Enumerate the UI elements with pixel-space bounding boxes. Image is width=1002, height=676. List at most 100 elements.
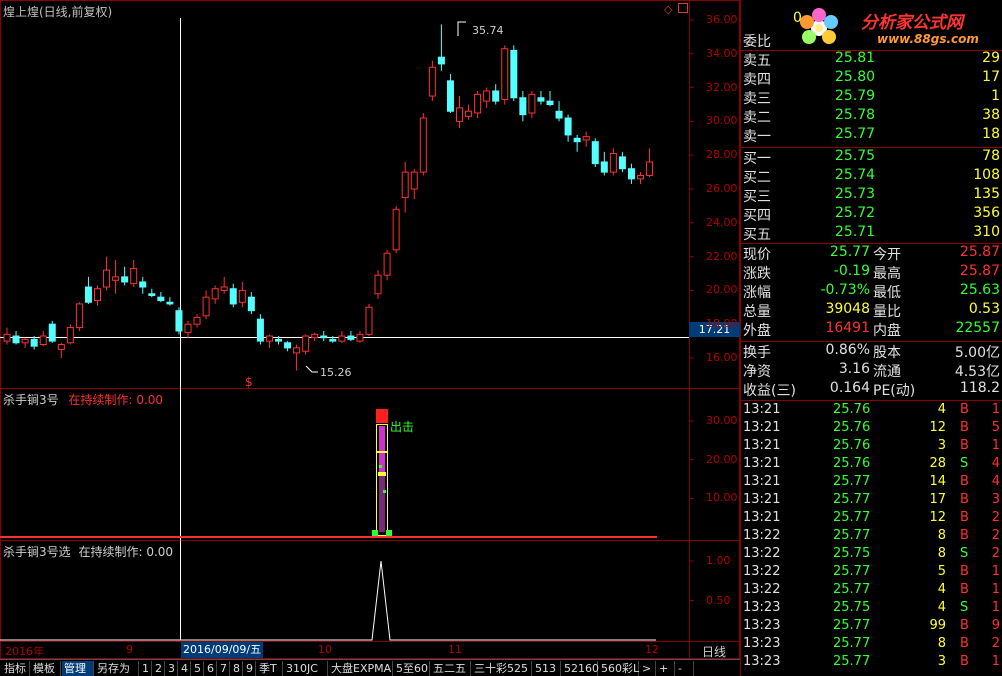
candle	[211, 285, 219, 304]
tick-count: 3	[991, 492, 1000, 507]
candle	[320, 330, 328, 342]
toolbar-tab[interactable]: 3	[166, 661, 178, 676]
candle-body	[501, 48, 509, 100]
toolbar-tab[interactable]: 5至60	[394, 661, 430, 676]
toolbar-tab[interactable]: 8	[231, 661, 243, 676]
tick-price: 25.77	[833, 564, 871, 579]
candle	[302, 334, 310, 355]
candle	[247, 292, 255, 315]
ind2-axis-label: 0.50	[706, 593, 731, 607]
toolbar-tab[interactable]: >	[640, 661, 656, 676]
candle-body	[256, 318, 264, 342]
toolbar-tab[interactable]: 52160	[562, 661, 599, 676]
ask-row[interactable]: 卖五 25.81 29	[743, 50, 1002, 69]
fin-label: 股本	[873, 345, 901, 361]
ask-row[interactable]: 卖四 25.80 17	[743, 69, 1002, 88]
bid-row[interactable]: 买一 25.75 78	[743, 148, 1002, 167]
dollar-marker: $	[245, 375, 253, 389]
toolbar-tab[interactable]: 560彩L	[599, 661, 639, 676]
candle	[428, 60, 436, 102]
candle-body	[66, 327, 74, 344]
indicator1-title: 杀手锏3号	[3, 393, 59, 407]
toolbar-tab[interactable]: 2	[153, 661, 165, 676]
candle-body	[211, 288, 219, 300]
toolbar-tab[interactable]: 9	[244, 661, 256, 676]
toolbar-tab[interactable]: 指标	[2, 661, 30, 676]
candle-body	[148, 293, 156, 296]
candle	[356, 330, 364, 343]
toolbar-tab[interactable]: 五二五	[431, 661, 471, 676]
toolbar-tab[interactable]: 6	[205, 661, 217, 676]
candle	[112, 259, 120, 294]
tick-direction: B	[960, 402, 969, 417]
fin-label: PE(动)	[873, 383, 916, 399]
candle	[293, 344, 301, 371]
tick-volume: 8	[937, 636, 946, 651]
candle-body	[121, 276, 129, 283]
bid-price: 25.75	[835, 148, 876, 164]
bid-row[interactable]: 买三 25.73 135	[743, 186, 1002, 205]
toolbar-tab[interactable]: 1	[140, 661, 152, 676]
toolbar-tab[interactable]: 季T	[257, 661, 283, 676]
maximize-icon[interactable]	[678, 3, 688, 13]
candle-body	[184, 323, 192, 334]
stat-value: 0.53	[968, 301, 1000, 317]
bid-row[interactable]: 买四 25.72 356	[743, 205, 1002, 224]
tick-time: 13:21	[743, 510, 781, 525]
ask-row[interactable]: 卖三 25.79 1	[743, 88, 1002, 107]
tick-time: 13:22	[743, 564, 781, 579]
candle	[184, 320, 192, 338]
tick-row: 13:21 25.76 12 B 5	[743, 420, 1002, 439]
toolbar-tab[interactable]: -	[676, 661, 694, 676]
candle	[492, 84, 500, 105]
bid-row[interactable]: 买二 25.74 108	[743, 167, 1002, 186]
kline-chart[interactable]	[0, 0, 740, 659]
fin-label: 收益(三)	[743, 383, 796, 399]
candle-body	[238, 289, 246, 303]
toolbar-tab[interactable]: 7	[218, 661, 230, 676]
candle	[30, 336, 38, 350]
toolbar-tab[interactable]: +	[657, 661, 675, 676]
candle-body	[247, 296, 255, 312]
candle-body	[365, 306, 373, 335]
candle-body	[555, 110, 563, 119]
diamond-icon[interactable]: ◇	[664, 3, 672, 16]
toolbar-tab[interactable]: 4	[179, 661, 191, 676]
candle-body	[374, 274, 382, 295]
candle-body	[474, 93, 482, 114]
tick-price: 25.76	[833, 420, 871, 435]
period-label[interactable]: 日线	[702, 643, 726, 660]
tick-time: 13:21	[743, 474, 781, 489]
tick-volume: 4	[937, 402, 946, 417]
signal-base-left	[372, 530, 378, 536]
toolbar-tab[interactable]: 另存为	[95, 661, 139, 676]
low-price-label: 15.26	[320, 366, 352, 379]
candle-body	[265, 335, 273, 342]
ask-row[interactable]: 卖二 25.78 38	[743, 107, 1002, 126]
ask-row[interactable]: 卖一 25.77 18	[743, 126, 1002, 145]
fin-label: 流通	[873, 364, 901, 380]
toolbar-tab[interactable]: 管理	[62, 661, 94, 676]
toolbar-tab[interactable]: 5	[192, 661, 204, 676]
time-axis-m11: 11	[448, 643, 462, 656]
tick-volume: 28	[929, 456, 946, 471]
candle	[21, 337, 29, 348]
tick-row: 13:21 25.77 12 B 2	[743, 510, 1002, 529]
toolbar-tab[interactable]: 310JC	[284, 661, 328, 676]
toolbar-tab[interactable]: 模板	[31, 661, 61, 676]
toolbar-tab[interactable]: 大盘EXPMA	[329, 661, 393, 676]
candle-body	[564, 117, 572, 136]
candle	[166, 297, 174, 306]
bid-row[interactable]: 买五 25.71 310	[743, 224, 1002, 243]
tick-volume: 8	[937, 528, 946, 543]
ind1-axis-label: 10.00	[706, 491, 738, 505]
candle-body	[112, 276, 120, 281]
candle	[365, 303, 373, 337]
stat-value: -0.19	[833, 263, 870, 279]
fin-label: 净资	[743, 364, 771, 380]
candle	[410, 168, 418, 200]
toolbar-tab[interactable]: 三十彩525	[472, 661, 532, 676]
toolbar-tab[interactable]: 513	[533, 661, 561, 676]
tick-time: 13:23	[743, 618, 781, 633]
candle-body	[537, 97, 545, 102]
